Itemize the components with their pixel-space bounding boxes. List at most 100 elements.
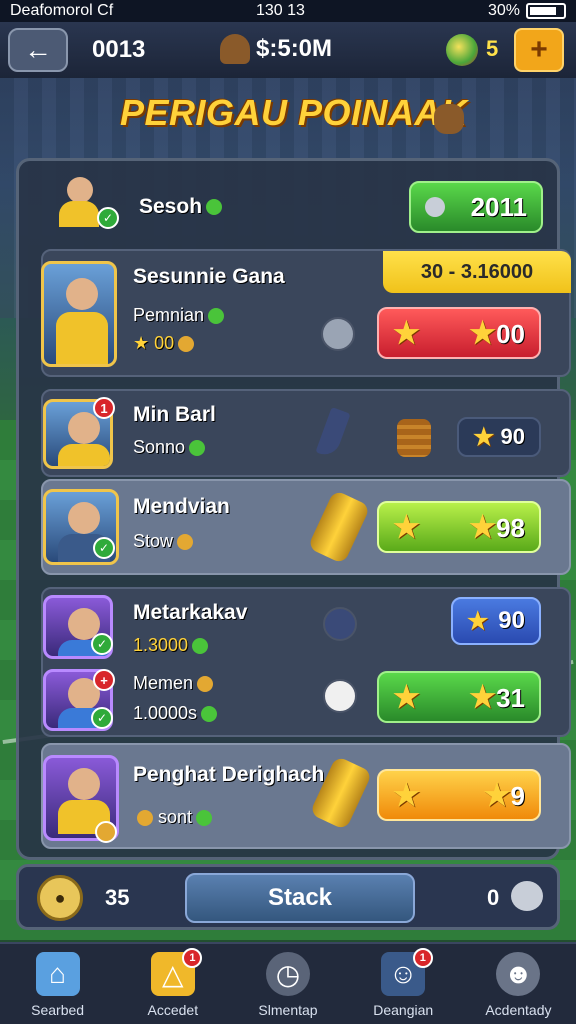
clover-icon [201, 706, 218, 723]
battery-percent: 30% [487, 2, 520, 19]
nav-item-achievements[interactable]: △ 1 Accedet [115, 944, 230, 1024]
nav-item-profile[interactable]: ☻ Acdentady [461, 944, 576, 1024]
add-currency-button[interactable]: + [514, 28, 564, 72]
player-stat: ★ 00 [133, 333, 195, 354]
roster-row[interactable]: 30 - 3.16000 Sesunnie Gana Pemnian ★ 00 … [41, 249, 571, 377]
action-bar: ● 35 Stack 0 [16, 864, 560, 930]
buy-button[interactable]: ★ 90 [457, 417, 541, 457]
star-icon: ★ [393, 316, 420, 350]
header-value: 2011 [470, 191, 527, 222]
check-icon: ✓ [91, 633, 113, 655]
star-icon: ★ [469, 316, 497, 350]
carrier-label: Deafomorol Cf [10, 2, 114, 19]
player-name: Mendvian [133, 495, 230, 518]
plus-icon: + [530, 33, 548, 66]
title-emblem-icon [434, 104, 464, 134]
player-stat: 1.3000 [133, 635, 209, 656]
player-name[interactable]: Memen [133, 673, 214, 694]
coin-icon [137, 810, 153, 827]
nav-item-schedule[interactable]: ◷ Slmentap [230, 944, 345, 1024]
buy-button[interactable]: ★ ★00 [377, 307, 541, 359]
player-name[interactable]: Metarkakav [133, 601, 247, 625]
dice-icon [323, 679, 357, 713]
player-role: sont [133, 807, 213, 828]
buy-button[interactable]: ★ ★31 [377, 671, 541, 723]
horn-icon [315, 407, 351, 459]
star-icon: ★ [467, 607, 489, 635]
coin-badge-icon [95, 821, 117, 843]
roster-row[interactable]: Penghat Derighach sont ★ ★9 [41, 743, 571, 849]
buy-value: 90 [500, 424, 525, 449]
money-bag-icon [220, 34, 250, 64]
star-icon: ★ [393, 778, 420, 812]
star-icon: ★ [473, 423, 495, 451]
star-icon: ★ [469, 680, 497, 714]
bottom-nav: ⌂ Searbed △ 1 Accedet ◷ Slmentap ☺ 1 Dea… [0, 942, 576, 1024]
star-icon: ★ [483, 778, 511, 812]
buy-value: 90 [498, 607, 525, 634]
player-stat-value: 1.0000s [133, 703, 198, 723]
check-icon: ✓ [97, 207, 119, 229]
stack-button[interactable]: Stack [185, 873, 415, 923]
star-icon: ★ [393, 510, 420, 544]
buy-value: 00 [496, 318, 525, 349]
buy-button[interactable]: ★ ★98 [377, 501, 541, 553]
coin-icon [177, 534, 194, 551]
roster-row-selected[interactable]: ✓ Mendvian Stow ★ ★98 [41, 479, 571, 575]
nav-label: Searbed [31, 1002, 85, 1018]
check-icon: ✓ [91, 707, 113, 729]
star-icon: ★ [393, 680, 420, 714]
clock-icon: ◷ [266, 952, 310, 996]
dice-icon [321, 317, 355, 351]
player-name-text: Memen [133, 673, 194, 693]
top-bar: ← 0013 $:5:0M 5 + [0, 22, 576, 78]
buy-price: ★00 [469, 316, 525, 351]
nav-label: Slmentap [258, 1002, 318, 1018]
nav-label: Accedet [147, 1002, 199, 1018]
back-button[interactable]: ← [8, 28, 68, 72]
buy-value: 98 [496, 512, 525, 543]
alert-badge: + [93, 669, 115, 691]
token-count: 35 [105, 885, 130, 910]
nav-label: Acdentady [485, 1002, 552, 1018]
coin-icon [197, 676, 214, 693]
roster-group: ✓ Metarkakav 1.3000 ★ 90 + ✓ Memen 1.000… [41, 587, 571, 737]
screen-title: PERIGAU POINAAK [120, 92, 468, 133]
player-role-text: Pemnian [133, 305, 205, 325]
check-icon: ✓ [93, 537, 115, 559]
header-value-button[interactable]: 2011 [409, 181, 543, 233]
notification-badge: 1 [412, 948, 433, 968]
coin-icon [178, 336, 195, 353]
clover-icon [192, 638, 209, 655]
battery-group: 30% [488, 2, 566, 20]
favorite-count: 0 [487, 885, 500, 910]
player-stat-value: 00 [154, 333, 175, 353]
player-role-text: Sonno [133, 437, 186, 457]
player-role-text: sont [158, 807, 193, 827]
roster-panel: ✓ Sesoh 2011 30 - 3.16000 Sesunnie Gana … [16, 158, 571, 860]
clover-icon [189, 440, 206, 457]
dice-icon [323, 607, 357, 641]
heart-icon[interactable] [511, 881, 543, 911]
roster-row[interactable]: 1 Min Barl Sonno ★ 90 [41, 389, 571, 477]
buy-button[interactable]: ★ 90 [451, 597, 541, 645]
player-role: Pemnian [133, 305, 225, 326]
profile-icon: ☻ [496, 952, 541, 996]
battery-icon [526, 3, 566, 19]
nav-item-players[interactable]: ☺ 1 Deangian [346, 944, 461, 1024]
header-label: Sesoh [139, 195, 223, 219]
nav-item-home[interactable]: ⌂ Searbed [0, 944, 115, 1024]
player-name: Sesunnie Gana [133, 265, 285, 288]
back-arrow-icon: ← [24, 34, 52, 65]
clover-icon [206, 199, 223, 216]
header-label-text: Sesoh [139, 195, 203, 218]
player-name: Penghat Derighach [133, 763, 325, 786]
gem-icon [446, 34, 478, 66]
player-role-text: Stow [133, 531, 174, 551]
clock-label: 130 13 [256, 2, 305, 19]
buy-button[interactable]: ★ ★9 [377, 769, 541, 821]
token-icon[interactable]: ● [37, 875, 83, 921]
buy-value: 9 [510, 780, 525, 811]
buy-price: ★31 [469, 680, 525, 715]
status-bar: Deafomorol Cf 130 13 30% [0, 0, 576, 22]
